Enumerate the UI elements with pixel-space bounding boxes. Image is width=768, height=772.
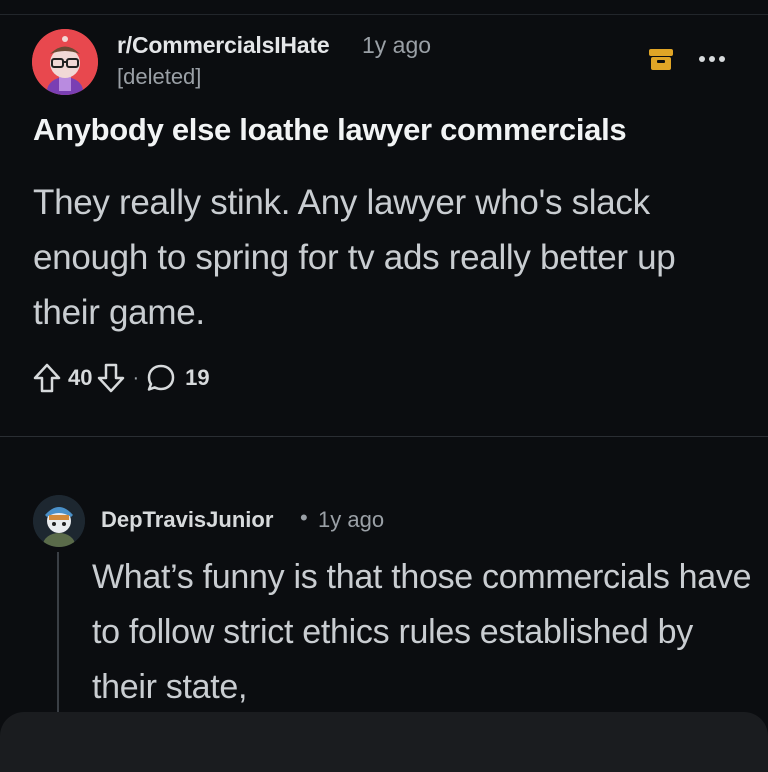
upvote-button[interactable]	[32, 362, 62, 394]
section-divider	[0, 436, 768, 437]
comment-count: 19	[185, 365, 210, 390]
more-dots-icon	[699, 56, 725, 62]
more-options-button[interactable]	[694, 49, 734, 69]
upvote-arrow-icon	[33, 363, 61, 393]
comment-bubble-icon	[147, 364, 175, 391]
post-title[interactable]: Anybody else loathe lawyer commercials	[33, 112, 627, 148]
post-card[interactable]: r/CommercialsIHate 1y ago [deleted] Anyb…	[0, 15, 768, 437]
comment-author[interactable]: DepTravisJunior	[101, 507, 273, 533]
comment-body: What’s funny is that those commercials h…	[92, 558, 752, 706]
snoo-avatar-icon	[32, 29, 98, 95]
post-body: They really stink. Any lawyer who's slac…	[33, 183, 676, 332]
snoo-avatar-icon	[33, 495, 85, 547]
thread-line[interactable]	[57, 552, 59, 712]
vote-count: 40	[68, 365, 93, 390]
subreddit-avatar[interactable]	[32, 29, 98, 95]
downvote-button[interactable]	[96, 362, 126, 394]
post-actions: 40 · 19	[32, 360, 210, 396]
post-author[interactable]: [deleted]	[117, 64, 201, 90]
bottom-sheet	[0, 712, 768, 772]
action-separator: ·	[132, 366, 140, 389]
comments-button[interactable]: 19	[145, 362, 210, 394]
subreddit-name[interactable]: r/CommercialsIHate	[117, 32, 330, 59]
comment-avatar[interactable]	[33, 495, 85, 547]
comment-timestamp: 1y ago	[318, 507, 385, 532]
archive-icon[interactable]	[648, 45, 674, 73]
comment-separator: •	[300, 505, 308, 530]
post-timestamp: 1y ago	[362, 32, 432, 58]
downvote-arrow-icon	[98, 363, 125, 393]
